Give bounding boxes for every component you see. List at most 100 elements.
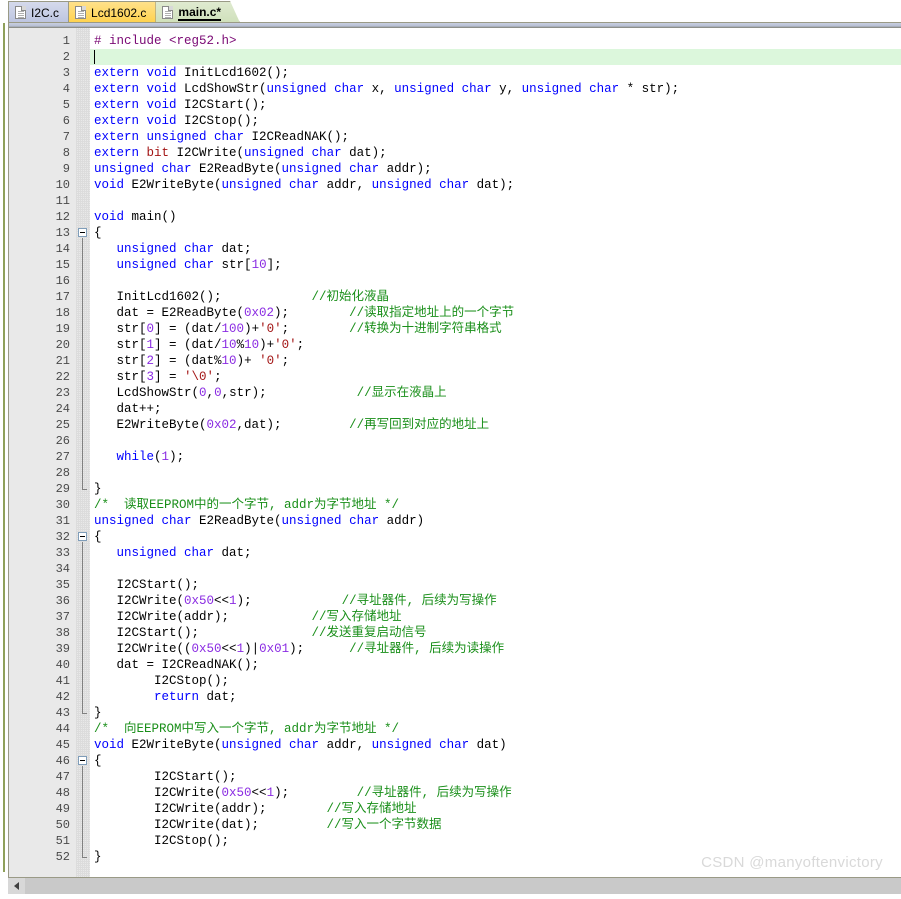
code-line[interactable]: dat = E2ReadByte(0x02); //读取指定地址上的一个字节 — [94, 305, 515, 321]
code-token: str[ — [94, 338, 147, 352]
fold-collapse-icon[interactable] — [78, 228, 87, 237]
code-line[interactable]: I2CWrite((0x50<<1)|0x01); //寻址器件, 后续为读操作 — [94, 641, 505, 657]
code-token: << — [251, 786, 267, 800]
line-number: 20 — [55, 338, 70, 352]
line-number: 38 — [55, 626, 70, 640]
code-line[interactable]: { — [94, 753, 102, 769]
code-line[interactable]: LcdShowStr(0,0,str); //显示在液晶上 — [94, 385, 447, 401]
code-line[interactable]: extern unsigned char I2CReadNAK(); — [94, 129, 349, 145]
code-line[interactable]: unsigned char dat; — [94, 545, 252, 561]
line-number: 52 — [55, 850, 70, 864]
tab-i2c-c[interactable]: I2C.c — [8, 1, 78, 23]
code-line[interactable]: unsigned char str[10]; — [94, 257, 282, 273]
code-line[interactable]: unsigned char dat; — [94, 241, 252, 257]
code-token: addr) — [386, 514, 425, 528]
code-token: I2CWrite(( — [94, 642, 192, 656]
scrollbar-corner — [0, 877, 8, 899]
fold-collapse-icon[interactable] — [78, 756, 87, 765]
line-number: 7 — [62, 130, 70, 144]
line-number: 27 — [55, 450, 70, 464]
code-token: char — [334, 82, 372, 96]
code-line[interactable]: extern void I2CStop(); — [94, 113, 259, 129]
code-token: void — [94, 178, 132, 192]
code-token: E2WriteByte( — [131, 178, 222, 192]
code-token: 0 — [199, 386, 207, 400]
code-line[interactable]: void E2WriteByte(unsigned char addr, uns… — [94, 177, 514, 193]
tab-lcd1602-c[interactable]: Lcd1602.c — [68, 1, 165, 23]
code-token: extern — [94, 130, 147, 144]
code-token: dat); — [476, 178, 515, 192]
code-line[interactable]: I2CWrite(dat); //写入一个字节数据 — [94, 817, 442, 833]
code-token: //再写回到对应的地址上 — [349, 418, 490, 432]
code-line[interactable]: /* 读取EEPROM中的一个字节, addr为字节地址 */ — [94, 497, 399, 513]
code-line[interactable]: InitLcd1602(); //初始化液晶 — [94, 289, 390, 305]
horizontal-scrollbar[interactable] — [8, 877, 901, 894]
code-text-area[interactable]: # include <reg52.h> extern void InitLcd16… — [90, 28, 901, 878]
code-line[interactable]: extern void InitLcd1602(); — [94, 65, 289, 81]
code-token: 1 — [236, 642, 245, 656]
code-line[interactable]: E2WriteByte(0x02,dat); //再写回到对应的地址上 — [94, 417, 490, 433]
code-line[interactable]: str[0] = (dat/100)+'0'; //转换为十进制字符串格式 — [94, 321, 502, 337]
code-line[interactable]: I2CWrite(addr); //写入存储地址 — [94, 801, 417, 817]
code-line[interactable]: unsigned char E2ReadByte(unsigned char a… — [94, 161, 432, 177]
code-token: unsigned — [94, 514, 162, 528]
code-token: '0' — [274, 338, 297, 352]
code-token: str[ — [221, 258, 252, 272]
code-line[interactable]: dat++; — [94, 401, 162, 417]
line-number: 51 — [55, 834, 70, 848]
code-line[interactable]: I2CStart(); — [94, 769, 237, 785]
code-token: '0' — [259, 354, 282, 368]
code-token: { — [94, 754, 102, 768]
code-line[interactable]: while(1); — [94, 449, 185, 465]
code-token: 0x50 — [191, 642, 222, 656]
line-number: 39 — [55, 642, 70, 656]
code-line[interactable]: I2CWrite(addr); //写入存储地址 — [94, 609, 402, 625]
code-line[interactable]: str[1] = (dat/10%10)+'0'; — [94, 337, 305, 353]
code-line[interactable]: I2CStop(); — [94, 673, 229, 689]
code-line[interactable]: extern void I2CStart(); — [94, 97, 267, 113]
code-line[interactable]: extern bit I2CWrite(unsigned char dat); — [94, 145, 387, 161]
line-number: 48 — [55, 786, 70, 800]
triangle-left-icon[interactable] — [8, 878, 25, 894]
line-number: 25 — [55, 418, 70, 432]
code-line[interactable]: { — [94, 529, 102, 545]
code-token: E2WriteByte( — [94, 418, 207, 432]
line-number: 21 — [55, 354, 70, 368]
fold-collapse-icon[interactable] — [78, 532, 87, 541]
code-line[interactable]: extern void LcdShowStr(unsigned char x, … — [94, 81, 679, 97]
code-line[interactable]: I2CStart(); — [94, 577, 200, 593]
code-line[interactable]: } — [94, 481, 102, 497]
line-number: 1 — [62, 34, 70, 48]
code-token: char — [439, 178, 477, 192]
code-line[interactable]: /* 向EEPROM中写入一个字节, addr为字节地址 */ — [94, 721, 399, 737]
editor-body[interactable]: 1 2 3 4 5 6 7 8 9 10 11 12 13 14 15 16 17 18 19 20 21 22 23 24 2… — [9, 28, 901, 878]
code-line[interactable]: } — [94, 849, 102, 865]
code-token: char — [161, 514, 200, 528]
code-folding-column[interactable] — [76, 28, 90, 878]
code-token: dat++; — [94, 402, 162, 416]
code-line[interactable]: } — [94, 705, 102, 721]
code-line[interactable]: unsigned char E2ReadByte(unsigned char a… — [94, 513, 424, 529]
code-line[interactable]: I2CWrite(0x50<<1); //寻址器件, 后续为写操作 — [94, 785, 512, 801]
code-line[interactable]: { — [94, 225, 102, 241]
code-line[interactable]: str[3] = '\0'; — [94, 369, 222, 385]
code-line[interactable]: I2CStart(); //发送重复启动信号 — [94, 625, 427, 641]
code-line[interactable]: I2CWrite(0x50<<1); //寻址器件, 后续为写操作 — [94, 593, 497, 609]
code-line[interactable]: # include <reg52.h> — [94, 33, 237, 49]
code-line[interactable]: I2CStop(); — [94, 833, 229, 849]
code-line[interactable]: void E2WriteByte(unsigned char addr, uns… — [94, 737, 507, 753]
code-token: unsigned — [116, 242, 185, 256]
code-line[interactable]: void main() — [94, 209, 177, 225]
tab-main-c[interactable]: main.c* — [155, 1, 240, 23]
scrollbar-track[interactable] — [25, 878, 901, 894]
code-line[interactable]: return dat; — [94, 689, 237, 705]
code-token: char — [184, 258, 222, 272]
code-token: ; — [296, 338, 305, 352]
code-line[interactable]: str[2] = (dat%10)+ '0'; — [94, 353, 290, 369]
code-line[interactable]: dat = I2CReadNAK(); — [94, 657, 260, 673]
document-icon — [162, 6, 173, 19]
code-token: void — [146, 114, 185, 128]
line-number: 4 — [62, 82, 70, 96]
